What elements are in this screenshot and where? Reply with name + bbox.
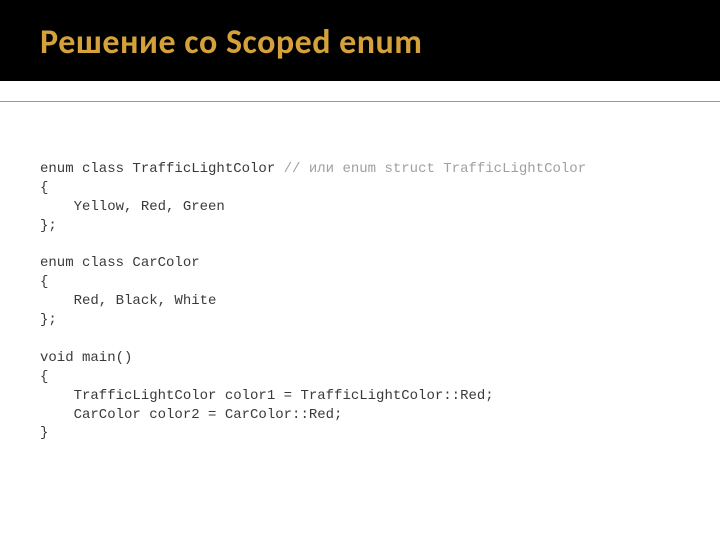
slide: Решение со Scoped enum enum class Traffi… [0, 0, 720, 540]
code-line: enum class TrafficLightColor [40, 161, 284, 177]
code-line: { [40, 180, 48, 196]
code-line: { [40, 369, 48, 385]
slide-title: Решение со Scoped enum [40, 22, 720, 63]
code-line: }; [40, 312, 57, 328]
code-line: void main() [40, 350, 132, 366]
code-line: CarColor color2 = CarColor::Red; [40, 407, 342, 423]
title-band: Решение со Scoped enum [0, 0, 720, 81]
code-line: Red, Black, White [40, 293, 216, 309]
code-block: enum class TrafficLightColor // или enum… [0, 110, 720, 443]
code-comment: // или enum struct TrafficLightColor [284, 161, 586, 177]
code-line: enum class CarColor [40, 255, 200, 271]
code-line: { [40, 274, 48, 290]
code-line: } [40, 425, 48, 441]
divider [0, 101, 720, 102]
code-line: Yellow, Red, Green [40, 199, 225, 215]
code-line: }; [40, 218, 57, 234]
code-line: TrafficLightColor color1 = TrafficLightC… [40, 388, 494, 404]
